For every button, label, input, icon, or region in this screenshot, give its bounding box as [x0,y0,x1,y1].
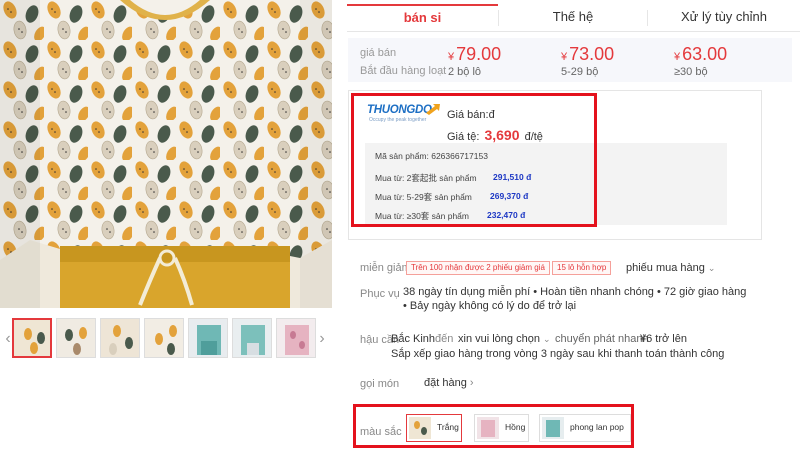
pricing-tabs: bán si Thế hệ Xử lý tùy chỉnh [347,4,800,32]
package-label: gọi món [360,378,400,390]
destination-select[interactable]: xin vui lòng chọn ⌄ [458,333,551,345]
service-label: Phục vụ [360,288,400,300]
thumbnail-6[interactable] [232,318,272,358]
chevron-down-icon: ⌄ [542,334,551,344]
tier-qty: ≥30 bộ [674,66,708,78]
tab-wholesale[interactable]: bán si [347,4,498,32]
package-value[interactable]: đặt hàng › [424,377,474,389]
highlight-box-import-price [351,93,597,227]
tab-generation[interactable]: Thế hệ [499,4,647,32]
chevron-down-icon: ⌄ [707,263,716,273]
shipping-fee: ¥6 trở lên [640,333,687,345]
highlight-box-colors [353,404,634,448]
to-label: đến [435,333,454,345]
chevron-right-icon[interactable]: › [316,328,328,350]
thumbnail-strip: ‹ › [0,316,332,362]
service-line-1: 38 ngày tín dụng miễn phí • Hoàn tiền nh… [403,286,747,298]
tier-price: ¥73.00 [561,44,615,64]
service-line-2: • Bảy ngày không có lý do để trở lại [403,300,577,312]
tier-qty: 2 bộ lô [448,66,482,78]
delivery-note: Sắp xếp giao hàng trong vòng 3 ngày sau … [391,348,725,360]
discount-badge[interactable]: Trên 100 nhận được 2 phiếu giảm giá [406,261,550,275]
batch-label: Bắt đầu hàng loạt [360,65,447,77]
discount-label: miễn giảm [360,262,411,274]
thumbnail-3[interactable] [100,318,140,358]
thumbnail-5[interactable] [188,318,228,358]
tab-custom-processing[interactable]: Xử lý tùy chỉnh [648,4,800,32]
price-tiers: giá bán Bắt đầu hàng loạt ¥79.00 2 bộ lô… [348,38,792,82]
product-main-image[interactable] [0,0,332,308]
thumbnail-4[interactable] [144,318,184,358]
thumbnail-1[interactable] [12,318,52,358]
price-label: giá bán [360,47,397,59]
thumbnail-7[interactable] [276,318,316,358]
tier-price: ¥79.00 [448,44,502,64]
chevron-right-icon: › [469,377,474,389]
coupon-link[interactable]: phiếu mua hàng ⌄ [626,262,715,274]
origin-city: Bắc Kinh [391,333,436,345]
tier-qty: 5-29 bộ [561,66,599,78]
tier-price: ¥63.00 [674,44,728,64]
mixed-batch-badge[interactable]: 15 lô hỗn hợp [552,261,612,275]
shipping-method: chuyển phát nhanh [555,333,649,345]
thumbnail-2[interactable] [56,318,96,358]
